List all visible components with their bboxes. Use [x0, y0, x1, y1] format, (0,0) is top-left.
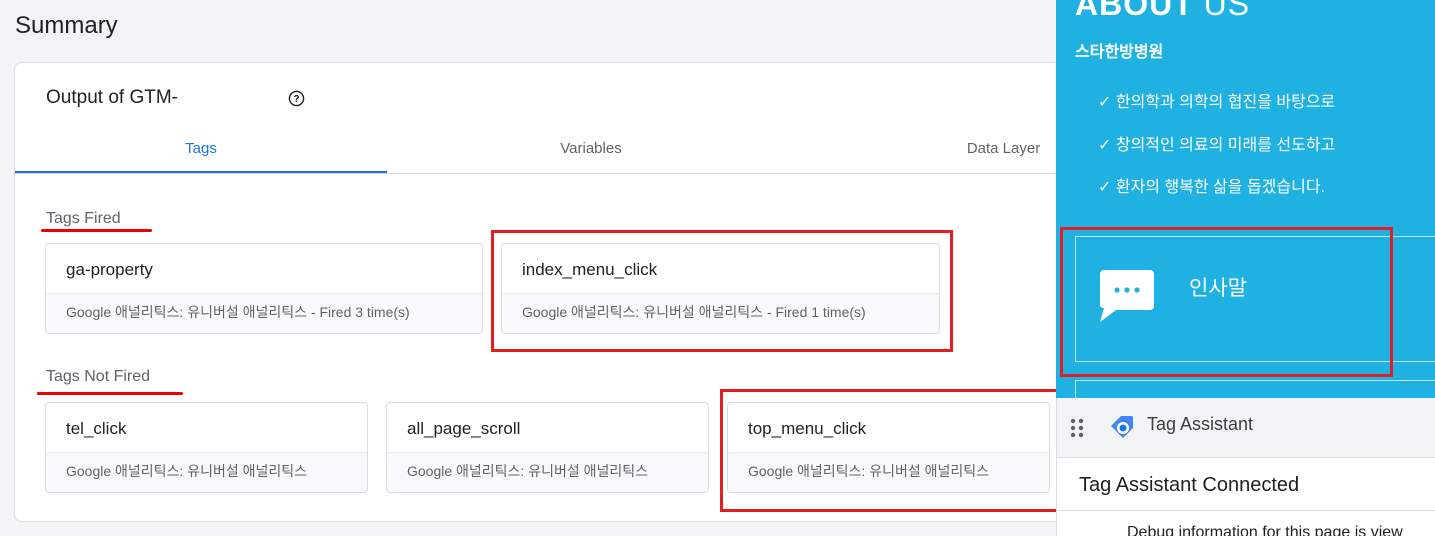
- tag-card[interactable]: ga-property Google 애널리틱스: 유니버설 애널리틱스 - F…: [45, 243, 483, 334]
- highlight-box: [720, 389, 1064, 512]
- tags-fired-heading: Tags Fired: [46, 210, 121, 227]
- output-title: Output of GTM-: [46, 87, 178, 108]
- annotation-underline: [37, 392, 183, 395]
- about-light: US: [1203, 0, 1251, 22]
- tags-not-fired-heading: Tags Not Fired: [46, 368, 151, 385]
- tag-assistant-title: Tag Assistant: [1147, 414, 1254, 434]
- tag-assistant-header: Tag Assistant: [1057, 398, 1435, 458]
- mission-line: ✓ 한의학과 의학의 협진을 바탕으로: [1098, 94, 1336, 111]
- tab-tags[interactable]: Tags: [15, 129, 387, 173]
- tab-variables[interactable]: Variables: [387, 129, 795, 173]
- annotation-underline: [41, 229, 152, 232]
- tag-card[interactable]: all_page_scroll Google 애널리틱스: 유니버설 애널리틱스: [386, 402, 709, 493]
- help-circle-icon[interactable]: ?: [288, 90, 305, 107]
- tag-type: Google 애널리틱스: 유니버설 애널리틱스: [46, 452, 367, 492]
- svg-text:?: ?: [293, 94, 299, 105]
- tag-name: all_page_scroll: [407, 419, 521, 438]
- highlight-box: [1060, 227, 1393, 377]
- debug-info-text: Debug information for this page is view: [1127, 524, 1403, 536]
- tag-card[interactable]: tel_click Google 애널리틱스: 유니버설 애널리틱스: [45, 402, 368, 493]
- about-bold: ABOUT: [1075, 0, 1194, 22]
- mission-line: ✓ 창의적인 의료의 미래를 선도하고: [1098, 137, 1336, 154]
- about-heading: ABOUT US: [1075, 0, 1250, 23]
- tag-name: ga-property: [66, 260, 153, 279]
- tab-bar: Tags Variables Data Layer: [15, 129, 1075, 174]
- highlight-box: [491, 230, 953, 352]
- tag-type: Google 애널리틱스: 유니버설 애널리틱스 - Fired 3 time(…: [46, 293, 482, 333]
- divider: [1057, 510, 1435, 511]
- summary-title: Summary: [15, 12, 118, 39]
- drag-handle-icon[interactable]: [1070, 418, 1084, 438]
- hospital-name: 스타한방병원: [1075, 44, 1164, 61]
- mission-line: ✓ 환자의 행복한 삶을 돕겠습니다.: [1098, 179, 1325, 196]
- connection-status: Tag Assistant Connected: [1079, 474, 1300, 496]
- tag-assistant-panel: Tag Assistant Tag Assistant Connected De…: [1056, 398, 1435, 536]
- tag-name: tel_click: [66, 419, 127, 438]
- tag-assistant-logo-icon: [1111, 416, 1133, 438]
- tag-type: Google 애널리틱스: 유니버설 애널리틱스: [387, 452, 708, 492]
